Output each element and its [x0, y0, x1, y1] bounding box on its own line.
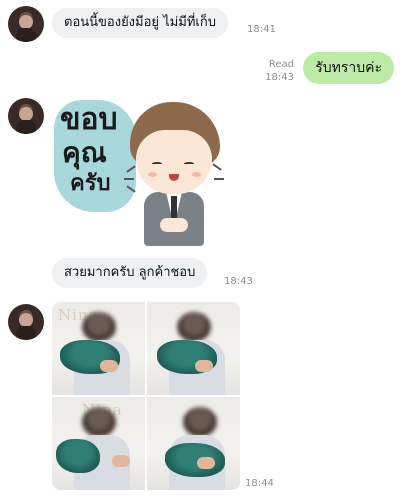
message-timestamp: 18:43: [265, 72, 294, 83]
message-timestamp: 18:41: [247, 24, 276, 35]
contact-avatar[interactable]: [8, 98, 44, 134]
photo-grid[interactable]: Nina Nina: [52, 302, 240, 490]
sticker-thank-you[interactable]: ขอบ คุณ ครับ: [52, 96, 228, 246]
message-bubble-incoming[interactable]: สวยมากครับ ลูกค้าชอบ: [52, 258, 208, 288]
message-bubble-incoming[interactable]: ตอนนี้ของยังมีอยู่ ไม่มีที่เก็บ: [52, 8, 228, 38]
sticker-text-line-1: ขอบ: [60, 102, 118, 137]
photo-thumbnail[interactable]: Nina: [52, 302, 145, 395]
photo-thumbnail[interactable]: [147, 302, 240, 395]
message-bubble-outgoing[interactable]: รับทราบค่ะ: [303, 52, 394, 84]
photo-thumbnail[interactable]: [147, 397, 240, 490]
sticker-character-face: [136, 130, 212, 194]
message-timestamp: 18:43: [224, 276, 253, 287]
sticker-text-line-3: ครับ: [70, 171, 111, 196]
read-receipt: Read: [268, 59, 294, 70]
sticker-text-line-2: คุณ: [62, 136, 107, 169]
message-timestamp: 18:44: [245, 478, 274, 489]
contact-avatar[interactable]: [8, 304, 44, 340]
contact-avatar[interactable]: [8, 6, 44, 42]
photo-thumbnail[interactable]: Nina: [52, 397, 145, 490]
